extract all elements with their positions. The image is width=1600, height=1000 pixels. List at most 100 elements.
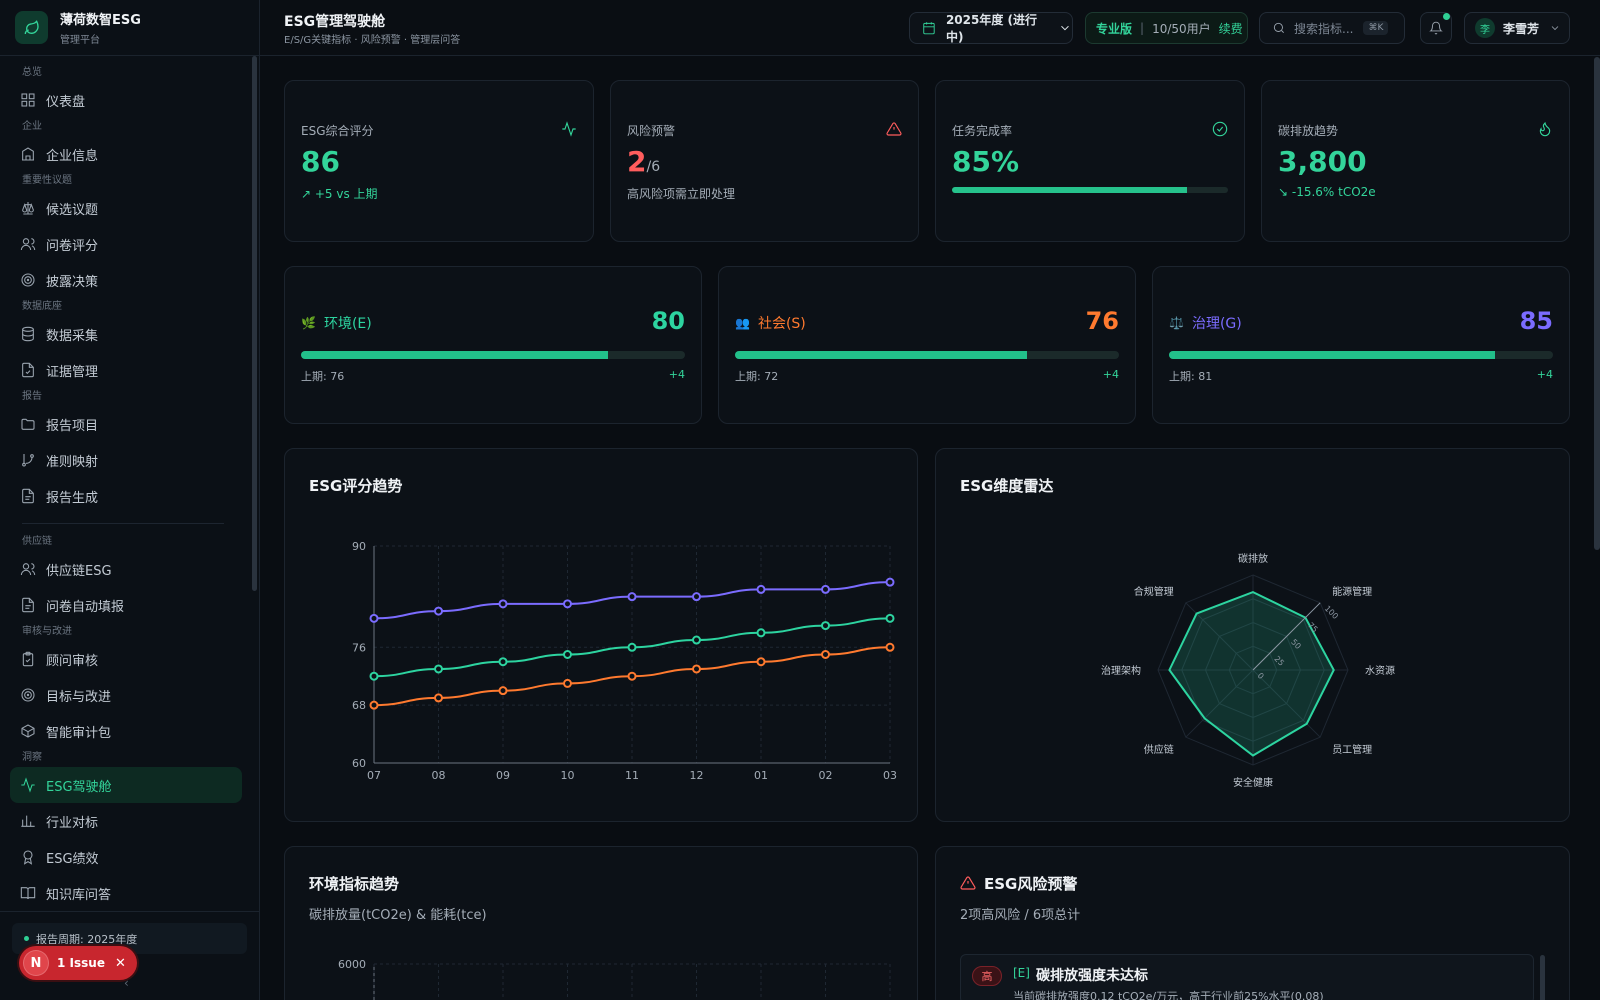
page-subtitle: E/S/G关键指标 · 风险预警 · 管理层问答 (284, 35, 461, 46)
sidebar-item-7[interactable]: 报告项目 (10, 406, 242, 442)
risk-level-badge: 高 (972, 966, 1002, 986)
risk-tag: [E] (1013, 966, 1030, 980)
dimension-card-social[interactable]: 👥 社会(S) 76 上期: 72 +4 (718, 266, 1136, 424)
users-icon (20, 563, 36, 576)
kpi-card-carbon[interactable]: 碳排放趋势 3,800 ↘ -15.6% tCO2e (1261, 80, 1570, 242)
brand[interactable]: 薄荷数智ESG 管理平台 (0, 0, 259, 56)
data-point[interactable] (627, 671, 637, 681)
sidebar-item-label: ESG驾驶舱 (46, 779, 112, 795)
leaf-logo-icon (15, 11, 48, 44)
data-point[interactable] (563, 599, 572, 609)
dimension-card-environment[interactable]: 🌿 环境(E) 80 上期: 76 +4 (284, 266, 702, 424)
issue-label: 1 Issue (57, 956, 105, 970)
sidebar-item-5[interactable]: 数据采集 (10, 316, 242, 352)
nav-group-label: 洞察 (22, 752, 42, 763)
risk-description: 当前碳排放强度0.12 tCO2e/万元，高于行业前25%水平(0.08) (1013, 990, 1324, 1000)
issue-badge[interactable]: N 1 Issue ✕ (19, 946, 137, 980)
search-box[interactable]: 搜索指标... ⌘K (1259, 12, 1405, 44)
kpi-card-task-rate[interactable]: 任务完成率 85% (935, 80, 1245, 242)
sidebar-item-12[interactable]: 顾问审核 (10, 641, 242, 677)
data-point[interactable] (434, 664, 443, 674)
risk-total: /6 (646, 159, 661, 175)
sidebar-item-3[interactable]: 问卷评分 (10, 226, 242, 262)
dimension-delta: +4 (1536, 368, 1553, 381)
data-point[interactable] (756, 628, 766, 638)
sidebar-item-label: 问卷评分 (46, 238, 99, 254)
data-point[interactable] (821, 650, 830, 659)
risk-item[interactable]: 高 [E] 碳排放强度未达标 当前碳排放强度0.12 tCO2e/万元，高于行业… (960, 954, 1534, 1000)
sidebar-item-16[interactable]: 行业对标 (10, 803, 242, 839)
radar-axis-label: 能源管理 (1332, 585, 1372, 598)
close-icon[interactable]: ✕ (115, 956, 126, 971)
sidebar-item-8[interactable]: 准则映射 (10, 442, 242, 478)
env-trend-chart: 6000 (338, 958, 891, 1000)
dimension-label: 社会(S) (757, 316, 806, 332)
sidebar-item-4[interactable]: 披露决策 (10, 262, 242, 298)
user-menu[interactable]: 李 李雪芳 (1464, 12, 1570, 44)
sidebar-item-18[interactable]: 知识库问答 (10, 875, 242, 910)
data-point[interactable] (756, 584, 766, 594)
data-point[interactable] (563, 650, 572, 659)
sidebar-item-14[interactable]: 智能审计包 (10, 713, 242, 749)
award-icon (23, 850, 33, 865)
kpi-card-risk[interactable]: 风险预警 2/6 高风险项需立即处理 (610, 80, 919, 242)
dimension-previous: 上期: 76 (301, 370, 345, 383)
sidebar-item-1[interactable]: 企业信息 (10, 136, 242, 172)
env-trend-card: 环境指标趋势 碳排放量(tCO2e) & 能耗(tce) 6000 (284, 846, 918, 1000)
data-point[interactable] (885, 577, 895, 587)
folder-icon (21, 418, 35, 430)
main-scrollbar[interactable] (1594, 57, 1600, 550)
sidebar-item-label: 报告项目 (46, 418, 99, 434)
sidebar-item-label: 智能审计包 (46, 725, 112, 741)
sidebar-item-17[interactable]: ESG绩效 (10, 839, 242, 875)
data-point[interactable] (885, 642, 895, 652)
data-point[interactable] (369, 700, 379, 710)
year-selector[interactable]: 2025年度 (进行中) (909, 12, 1073, 44)
target-icon (21, 688, 35, 702)
data-point[interactable] (434, 606, 443, 616)
data-point[interactable] (885, 613, 895, 623)
dimension-previous: 上期: 81 (1169, 370, 1213, 383)
data-point[interactable] (692, 664, 701, 674)
y-tick-label: 90 (352, 540, 366, 553)
sidebar-item-15[interactable]: ESG驾驶舱 (10, 767, 242, 803)
dimension-delta: +4 (668, 368, 685, 381)
sidebar-scrollbar[interactable] (252, 56, 257, 591)
sidebar-item-6[interactable]: 证据管理 (10, 352, 242, 388)
sidebar-item-10[interactable]: 供应链ESG (10, 551, 242, 587)
data-point[interactable] (627, 592, 637, 602)
sidebar-item-2[interactable]: 候选议题 (10, 190, 242, 226)
notification-button[interactable] (1420, 12, 1452, 44)
file-text-icon (22, 597, 34, 613)
dimension-progress-bar (735, 351, 1119, 359)
kpi-card-esg-score[interactable]: ESG综合评分 86 ↗ +5 vs 上期 (284, 80, 594, 242)
sidebar-item-label: 企业信息 (46, 148, 99, 164)
sidebar-item-9[interactable]: 报告生成 (10, 478, 242, 514)
data-point[interactable] (563, 678, 572, 688)
data-point[interactable] (369, 671, 379, 681)
data-point[interactable] (498, 599, 508, 609)
data-point[interactable] (498, 657, 508, 667)
data-point[interactable] (498, 686, 508, 696)
data-point[interactable] (434, 693, 443, 703)
data-point[interactable] (692, 635, 701, 645)
data-point[interactable] (821, 621, 830, 631)
data-point[interactable] (756, 657, 766, 667)
bar-chart-icon (21, 815, 35, 827)
data-point[interactable] (369, 613, 379, 623)
risk-list-scrollbar[interactable] (1540, 955, 1545, 1000)
x-tick-label: 08 (432, 769, 446, 782)
radar-series-area (1168, 591, 1335, 757)
data-point[interactable] (627, 642, 637, 652)
dimension-card-governance[interactable]: ⚖️ 治理(G) 85 上期: 81 +4 (1152, 266, 1570, 424)
alert-triangle-icon (886, 122, 902, 136)
data-point[interactable] (821, 584, 830, 594)
sidebar-item-11[interactable]: 问卷自动填报 (10, 587, 242, 623)
sidebar-item-0[interactable]: 仪表盘 (10, 82, 242, 118)
x-tick-label: 11 (625, 769, 639, 782)
sidebar-item-13[interactable]: 目标与改进 (10, 677, 242, 713)
radar-axis-label: 治理架构 (1101, 664, 1141, 677)
status-dot (24, 936, 29, 941)
data-point[interactable] (692, 592, 701, 602)
renew-link[interactable]: 续费 (1219, 20, 1243, 37)
